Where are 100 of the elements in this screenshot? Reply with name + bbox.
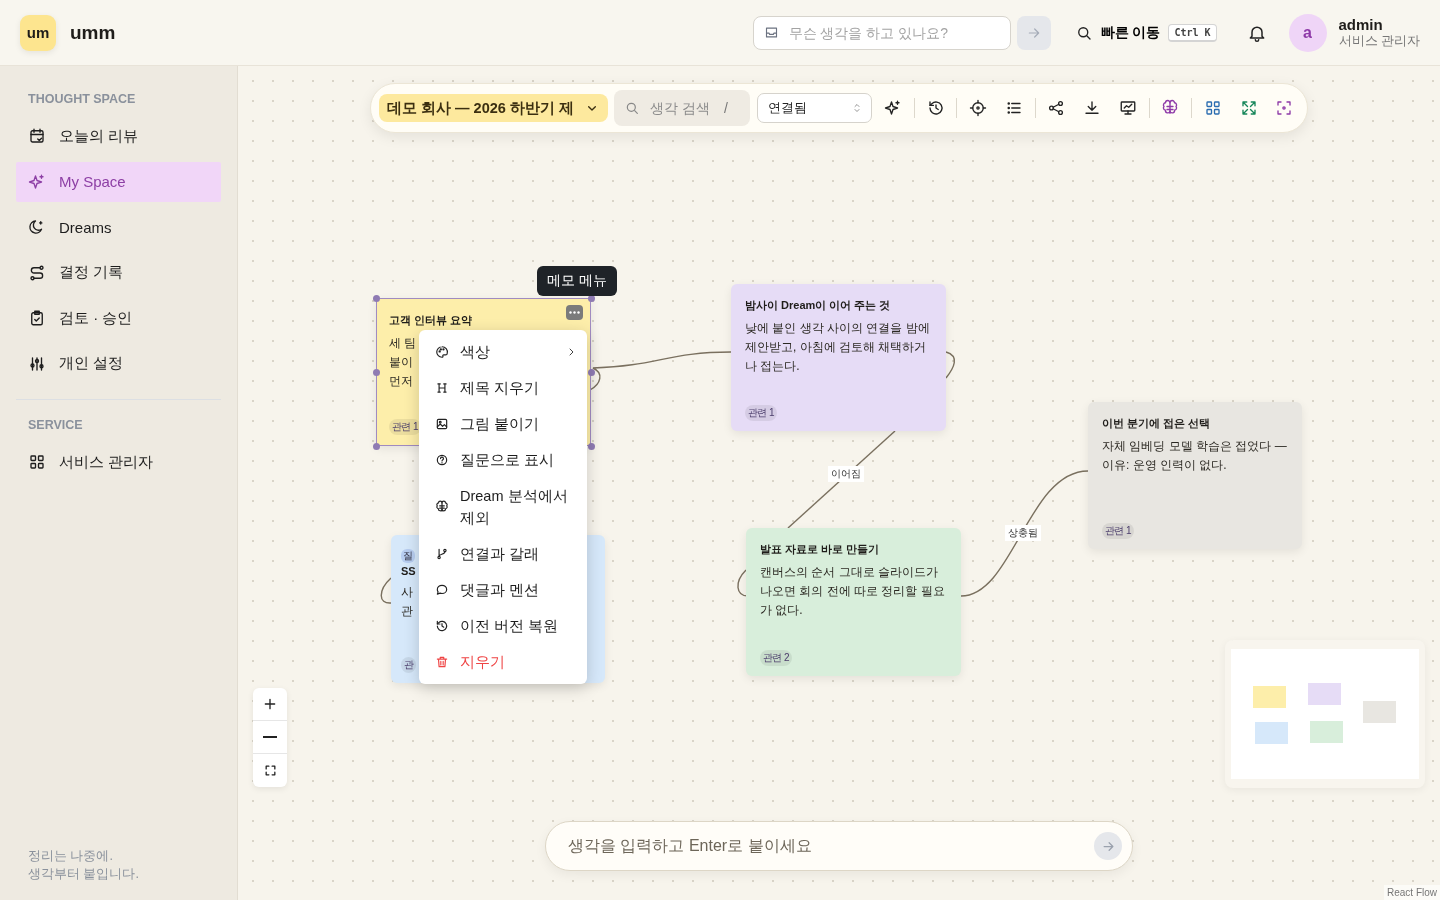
related-count: 관련 1: [389, 419, 421, 435]
history-icon: [435, 619, 449, 633]
minimap-node: [1255, 722, 1288, 744]
minimap-node: [1308, 683, 1341, 705]
plus-icon: [262, 696, 278, 712]
thought-input-field[interactable]: 무슨 생각을 하고 있나요?: [752, 15, 1011, 50]
crosshair-icon: [969, 99, 988, 117]
brain-icon: [435, 500, 449, 514]
edge-line: [737, 569, 749, 597]
memo-title: SS: [401, 565, 416, 577]
user-avatar[interactable]: a: [1288, 13, 1327, 52]
sidebar-footer-text: 정리는 나중에. 생각부터 붙입니다.: [27, 847, 140, 884]
sidebar-item[interactable]: Dreams: [16, 207, 221, 247]
history-icon: [926, 99, 945, 117]
user-role: 서비스 관리자: [1338, 34, 1420, 49]
filter-select[interactable]: 연결됨: [757, 93, 873, 123]
related-count: 관련 1: [745, 405, 777, 421]
list-icon: [1004, 99, 1023, 117]
more-icon: [569, 311, 580, 314]
menu-item[interactable]: 지우기: [419, 644, 587, 680]
resize-handle[interactable]: [372, 368, 380, 376]
thought-input[interactable]: 무슨 생각을 하고 있나요?: [786, 23, 1000, 42]
menu-item[interactable]: Dream 분석에서 제외: [419, 478, 587, 536]
menu-item[interactable]: 제목 지우기: [419, 370, 587, 406]
focus-icon: [1275, 99, 1294, 117]
expand-icon: [1239, 99, 1258, 117]
question-icon: [435, 453, 449, 467]
route-icon: [28, 263, 46, 282]
brain-icon: [1161, 99, 1180, 117]
sidebar-item[interactable]: My Space: [16, 161, 221, 202]
menu-item[interactable]: 연결과 갈래: [419, 536, 587, 572]
inbox-icon: [763, 25, 779, 40]
branch-icon: [435, 547, 449, 561]
palette-icon: [435, 345, 449, 359]
quick-jump-button[interactable]: 빠른 이동 Ctrl K: [1074, 23, 1217, 42]
thought-composer-field[interactable]: 생각을 입력하고 Enter로 붙이세요: [545, 821, 1133, 871]
attribution-link[interactable]: React Flow: [1384, 885, 1440, 900]
sidebar-item[interactable]: 결정 기록: [16, 252, 221, 293]
minimap-node: [1363, 701, 1396, 723]
memo-title: 고객 인터뷰 요약: [389, 313, 473, 328]
image-icon: [435, 417, 449, 431]
composer-input[interactable]: 생각을 입력하고 Enter로 붙이세요: [566, 836, 1094, 856]
shortcut-key: Ctrl K: [1168, 23, 1217, 42]
search-field[interactable]: 생각 검색 /: [613, 90, 751, 126]
grid-icon: [1203, 99, 1222, 117]
memo-card[interactable]: 발표 자료로 바로 만들기 캔버스의 순서 그대로 슬라이드가 나오면 회의 전에 따로 정리할 필요가 없다. 관련 2: [746, 528, 961, 676]
user-name: admin: [1338, 16, 1384, 34]
trash-icon: [435, 655, 449, 669]
menu-item[interactable]: 댓글과 멘션: [419, 572, 587, 608]
comment-icon: [435, 583, 449, 597]
memo-title: 밤사이 Dream이 이어 주는 것: [745, 298, 891, 313]
type-tag: 질: [401, 549, 415, 563]
sidebar-item[interactable]: 오늘의 리뷰: [16, 116, 221, 156]
tooltip: 메모 메뉴: [537, 266, 617, 296]
edge-label: 상충됨: [1005, 525, 1041, 541]
edge-line: [380, 577, 392, 604]
minimap-node: [1310, 721, 1343, 743]
memo-card[interactable]: 밤사이 Dream이 이어 주는 것 낮에 붙인 생각 사이의 연결을 밤에 제안받고, 아침에 검토해 채택하거나 접는다. 관련 1: [731, 284, 946, 431]
edge-label: 이어짐: [828, 466, 864, 482]
download-icon: [1083, 99, 1102, 117]
logo-mark: um: [20, 14, 56, 51]
search-input[interactable]: 생각 검색: [647, 99, 716, 117]
sparkles-icon: [884, 99, 903, 117]
grid-icon: [28, 453, 46, 471]
memo-text: 캔버스의 순서 그대로 슬라이드가 나오면 회의 전에 따로 정리할 필요가 없다.: [760, 564, 946, 619]
memo-title: 발표 자료로 바로 만들기: [760, 542, 880, 557]
section-heading: THOUGHT SPACE: [27, 92, 137, 106]
minus-icon: [263, 736, 277, 738]
resize-handle[interactable]: [587, 368, 595, 376]
memo-text: 사 관: [401, 584, 413, 620]
sliders-icon: [28, 354, 46, 373]
edge-line: [945, 351, 956, 379]
memo-text: 낮에 붙인 생각 사이의 연결을 밤에 제안받고, 아침에 검토해 채택하거나 접는다.: [745, 320, 931, 375]
menu-item[interactable]: 질문으로 표시: [419, 442, 587, 478]
memo-text: 세 팀 붙이 먼저: [389, 335, 417, 390]
fit-view-icon: [263, 764, 277, 777]
menu-item[interactable]: 그림 붙이기: [419, 406, 587, 442]
memo-card[interactable]: 이번 분기에 접은 선택 자체 임베딩 모델 학습은 접었다 — 이유: 운영 인력이 없다. 관련 1: [1088, 402, 1302, 549]
memo-title: 이번 분기에 접은 선택: [1102, 416, 1211, 431]
resize-handle[interactable]: [372, 294, 380, 302]
section-heading: SERVICE: [27, 418, 84, 432]
more-button[interactable]: [566, 305, 583, 320]
memo-text: 자체 임베딩 모델 학습은 접었다 — 이유: 운영 인력이 없다.: [1102, 438, 1288, 474]
sparkles-icon: [28, 172, 46, 191]
sidebar-item[interactable]: 개인 설정: [16, 343, 221, 384]
sidebar-item[interactable]: 서비스 관리자: [16, 442, 221, 482]
presentation-icon: [1118, 99, 1137, 117]
share-icon: [1047, 99, 1066, 117]
heading-icon: [435, 381, 449, 395]
menu-item[interactable]: 이전 버전 복원: [419, 608, 587, 644]
resize-handle[interactable]: [372, 442, 380, 450]
resize-handle[interactable]: [587, 442, 595, 450]
calendar-icon: [28, 127, 46, 145]
minimap-node: [1253, 686, 1286, 708]
clipboard-icon: [28, 309, 46, 327]
sidebar-item[interactable]: 검토 · 승인: [16, 298, 221, 338]
project-selector[interactable]: 데모 회사 — 2026 하반기 제: [379, 94, 608, 122]
app-name: umm: [70, 21, 116, 44]
menu-item[interactable]: 색상: [419, 334, 587, 370]
related-count: 관련 2: [760, 650, 792, 666]
